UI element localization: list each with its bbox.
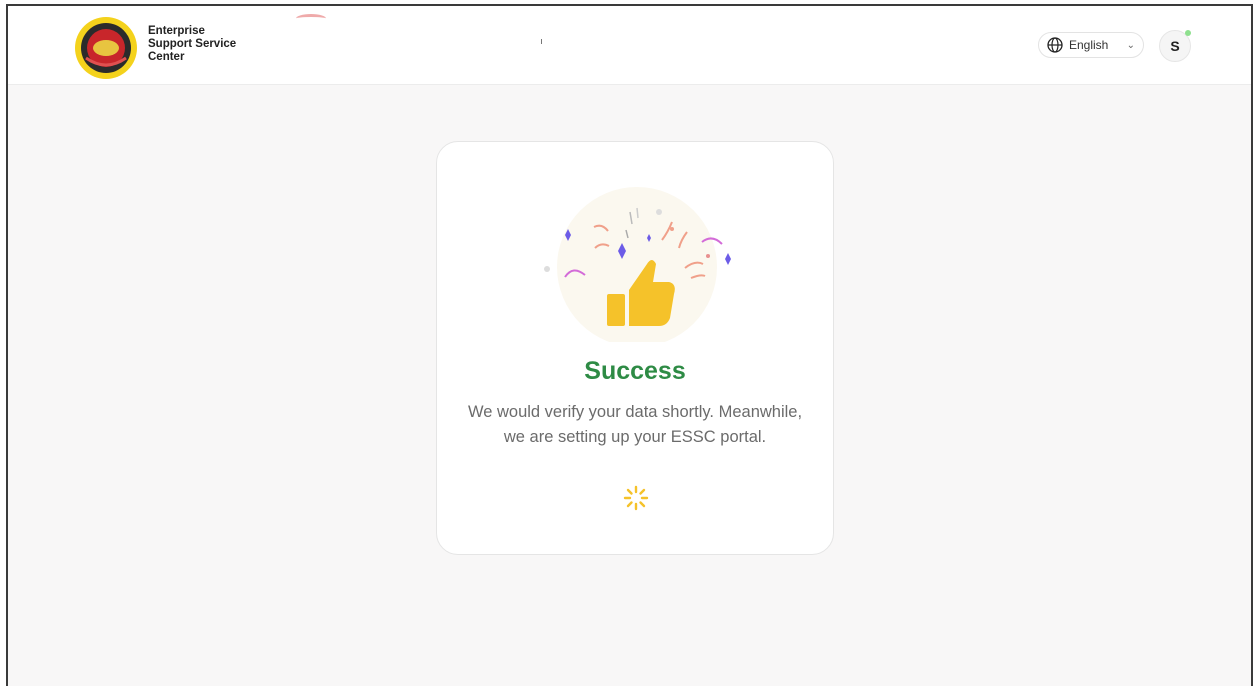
success-card: Success We would verify your data shortl…	[436, 141, 834, 555]
celebration-illustration	[544, 187, 731, 342]
app-window: Enterprise Support Service Center Englis…	[6, 4, 1253, 686]
header-mark	[541, 39, 542, 44]
brand-line: Center	[148, 51, 185, 63]
chevron-down-icon: ⌄	[1126, 39, 1135, 51]
loading-spinner-icon	[623, 485, 649, 511]
language-selector[interactable]: English ⌄	[1038, 32, 1144, 58]
globe-icon	[1047, 37, 1063, 53]
logo	[75, 17, 137, 79]
brand-name: Enterprise Support Service Center	[148, 25, 236, 64]
header-decoration	[296, 14, 326, 23]
brand-line: Enterprise	[148, 25, 205, 37]
language-label: English	[1069, 38, 1109, 52]
success-message: We would verify your data shortly. Meanw…	[467, 403, 803, 446]
brand-line: Support Service	[148, 38, 237, 50]
online-status-dot	[1185, 30, 1191, 36]
success-title: Success	[584, 357, 686, 385]
top-header: Enterprise Support Service Center Englis…	[8, 6, 1251, 85]
